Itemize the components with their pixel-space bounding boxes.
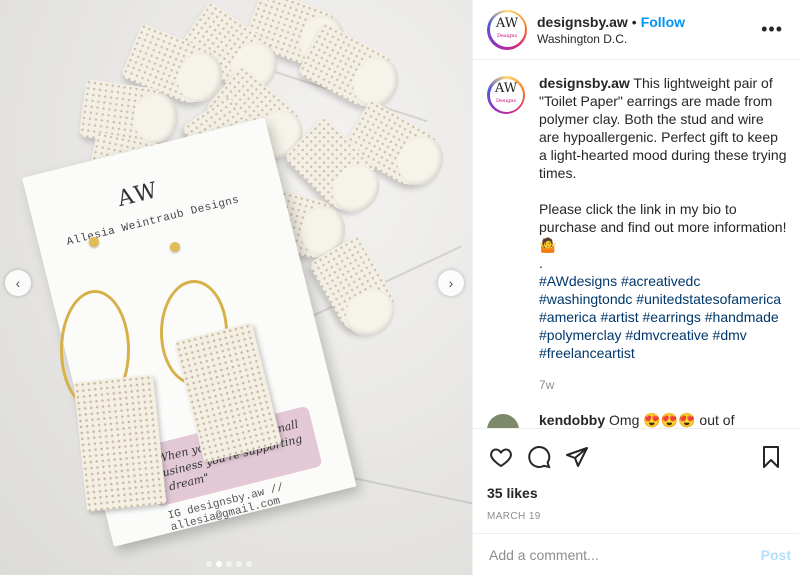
next-photo-button[interactable]: › <box>438 270 464 296</box>
carousel-indicator <box>206 561 252 567</box>
commenter-username[interactable]: kendobby <box>539 412 605 428</box>
post-header: AW Designs designsby.aw • Follow Washing… <box>473 0 799 60</box>
avatar-logo: AW Designs <box>489 12 525 47</box>
caption-block: AW Designs designsby.aw This lightweight… <box>473 60 799 407</box>
follow-button[interactable]: Follow <box>641 14 685 30</box>
hashtag-link[interactable]: #earrings <box>643 309 701 325</box>
carousel-dot <box>206 561 212 567</box>
avatar-text: AW <box>494 81 518 96</box>
hashtag-link[interactable]: #america <box>539 309 597 325</box>
hashtag-list: #AWdesigns #acreativedc #washingtondc #u… <box>539 272 787 362</box>
username-link[interactable]: designsby.aw <box>537 14 628 30</box>
comment-icon[interactable] <box>525 443 553 471</box>
hashtag-link[interactable]: #washingtondc <box>539 291 632 307</box>
heart-icon[interactable] <box>487 443 515 471</box>
carousel-dot <box>246 561 252 567</box>
caption-paragraph-2: Please click the link in my bio to purch… <box>539 201 787 253</box>
likes-count[interactable]: 35 likes <box>487 485 785 501</box>
avatar[interactable]: AW Designs <box>487 9 527 50</box>
share-icon[interactable] <box>563 443 591 471</box>
hashtag-link[interactable]: #dmv <box>713 327 747 343</box>
post-comment-button[interactable]: Post <box>761 547 791 563</box>
card-logo: AW <box>115 177 162 213</box>
hashtag-link[interactable]: #artist <box>600 309 638 325</box>
bookmark-icon[interactable] <box>757 443 785 471</box>
hashtag-link[interactable]: #freelanceartist <box>539 345 635 361</box>
hashtag-link[interactable]: #polymerclay <box>539 327 621 343</box>
post-sidebar: AW Designs designsby.aw • Follow Washing… <box>472 0 799 575</box>
post-photo[interactable]: AW Allesia Weintraub Designs "When you s… <box>0 0 472 575</box>
commenter-avatar[interactable] <box>487 414 519 428</box>
more-options-icon[interactable]: ••• <box>757 19 787 40</box>
caption-text: designsby.aw This lightweight pair of "T… <box>539 74 787 407</box>
earring-stud <box>170 242 180 252</box>
prev-photo-button[interactable]: ‹ <box>5 270 31 296</box>
separator: • <box>631 13 637 30</box>
caption-avatar[interactable]: AW Designs <box>487 76 525 114</box>
header-text: designsby.aw • Follow Washington D.C. <box>537 14 757 46</box>
comment-row: kendobby Omg 😍😍😍 out of <box>487 412 787 428</box>
avatar-logo: AW Designs <box>489 78 523 112</box>
hashtag-link[interactable]: #dmvcreative <box>625 327 708 343</box>
earring-charm <box>73 374 167 512</box>
carousel-dot <box>216 561 222 567</box>
caption-paragraph-3: . <box>539 255 543 271</box>
add-comment-bar: Post <box>473 533 799 575</box>
comment-input[interactable] <box>489 546 761 563</box>
avatar-subtext: Designs <box>495 98 517 104</box>
time-ago[interactable]: 7w <box>539 376 787 394</box>
hashtag-link[interactable]: #unitedstatesofamerica <box>636 291 781 307</box>
earring-stud <box>89 237 99 247</box>
carousel-dot <box>236 561 242 567</box>
carousel-dot <box>226 561 232 567</box>
hashtag-link[interactable]: #acreativedc <box>621 273 700 289</box>
post-date[interactable]: MARCH 19 <box>487 511 785 522</box>
action-bar: 35 likes MARCH 19 <box>473 428 799 522</box>
hashtag-link[interactable]: #handmade <box>705 309 779 325</box>
avatar-subtext: Designs <box>496 32 518 39</box>
hashtag-link[interactable]: #AWdesigns <box>539 273 617 289</box>
caption-username[interactable]: designsby.aw <box>539 75 630 91</box>
avatar-text: AW <box>495 15 519 31</box>
location-link[interactable]: Washington D.C. <box>537 32 757 46</box>
comment-body: Omg 😍😍😍 out of <box>609 412 735 428</box>
comment-text: kendobby Omg 😍😍😍 out of <box>539 412 734 428</box>
